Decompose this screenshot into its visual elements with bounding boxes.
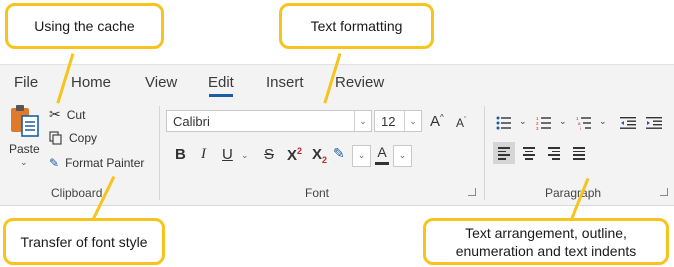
tab-insert[interactable]: Insert [266, 74, 304, 91]
ribbon-tabs: File Home View Edit Insert Review [0, 66, 674, 100]
paragraph-group-label: Paragraph [545, 186, 602, 200]
increase-indent-icon [646, 117, 662, 129]
tab-review[interactable]: Review [335, 74, 384, 91]
font-group-label: Font [305, 186, 330, 200]
multilevel-list-button[interactable]: 1 a i [576, 116, 592, 133]
chevron-down-icon: ⌄ [354, 111, 371, 131]
format-painter-label: Format Painter [65, 156, 145, 170]
chevron-down-icon: ⌄ [241, 150, 249, 160]
align-left-button[interactable] [493, 142, 515, 164]
highlight-dropdown[interactable]: ⌄ [352, 145, 371, 167]
tab-edit[interactable]: Edit [208, 74, 234, 91]
copy-label: Copy [69, 131, 98, 145]
highlight-icon[interactable]: ✎ [333, 145, 345, 162]
subscript-x: X [312, 146, 323, 163]
align-center-icon [523, 147, 535, 162]
active-tab-indicator [209, 94, 233, 97]
tab-file[interactable]: File [14, 74, 38, 91]
font-color-button[interactable]: A [373, 144, 391, 166]
callout-cache: Using the cache [5, 3, 164, 49]
align-right-icon [548, 147, 560, 162]
chevron-down-icon[interactable]: ⌄ [559, 116, 567, 127]
align-center-button[interactable] [518, 142, 540, 164]
font-color-dropdown[interactable]: ⌄ [393, 145, 412, 167]
chevron-down-icon[interactable]: ⌄ [599, 116, 607, 127]
font-name-value: Calibri [173, 114, 210, 129]
numbering-button[interactable]: 1 2 3 [536, 116, 552, 133]
justify-button[interactable] [568, 142, 590, 164]
bullet-list-icon [496, 116, 511, 130]
cut-button[interactable]: ✂ Cut [49, 106, 85, 123]
chevron-down-icon[interactable]: ⌄ [519, 116, 527, 127]
callout-arrangement: Text arrangement, outline, enumeration a… [423, 218, 669, 265]
superscript-x: X [287, 147, 298, 164]
subscript-button[interactable]: X2 [312, 146, 327, 165]
chevron-down-icon: ⌄ [404, 111, 421, 131]
increase-indent-button[interactable] [646, 116, 662, 133]
svg-text:3: 3 [536, 126, 539, 130]
font-color-bar [375, 162, 389, 165]
bullets-button[interactable] [496, 116, 512, 133]
callout-text-formatting: Text formatting [279, 3, 434, 49]
paste-label: Paste [9, 142, 40, 156]
separator [484, 106, 485, 200]
shrink-font-button[interactable]: Aˇ [456, 116, 466, 130]
grow-font-icon: A [430, 113, 441, 130]
font-color-icon: A [377, 144, 387, 160]
chevron-down-icon: ⌄ [20, 157, 28, 167]
tab-home[interactable]: Home [71, 74, 111, 91]
format-painter-button[interactable]: ✎ Format Painter [49, 156, 144, 170]
font-size-combo[interactable]: 12 ⌄ [374, 110, 422, 132]
font-dialog-launcher-icon[interactable] [468, 188, 476, 196]
font-name-combo[interactable]: Calibri ⌄ [166, 110, 372, 132]
justify-icon [573, 147, 585, 162]
strikethrough-button[interactable]: S [264, 146, 274, 163]
separator [159, 106, 160, 200]
bold-button[interactable]: B [175, 146, 186, 163]
subscript-mark: 2 [322, 155, 328, 165]
underline-button[interactable]: U [222, 146, 233, 163]
decrease-indent-button[interactable] [620, 116, 636, 133]
callout-font-style: Transfer of font style [3, 218, 165, 265]
scissors-icon: ✂ [49, 106, 61, 122]
decrease-indent-icon [620, 117, 636, 129]
copy-icon [49, 131, 62, 145]
font-size-value: 12 [381, 114, 396, 129]
paste-icon [11, 105, 39, 137]
format-painter-icon: ✎ [49, 156, 60, 170]
clipboard-group-label: Clipboard [51, 186, 103, 200]
svg-text:i: i [580, 126, 581, 130]
copy-button[interactable]: Copy [49, 131, 97, 145]
paste-button[interactable]: Paste ⌄ [8, 104, 44, 174]
cut-label: Cut [66, 107, 86, 122]
tab-view[interactable]: View [145, 74, 177, 91]
align-left-icon [498, 147, 510, 162]
paragraph-dialog-launcher-icon[interactable] [660, 188, 668, 196]
multilevel-list-icon: 1 a i [576, 116, 591, 131]
numbered-list-icon: 1 2 3 [536, 116, 551, 131]
shrink-font-icon: A [456, 116, 465, 130]
superscript-button[interactable]: X2 [287, 146, 302, 164]
grow-font-button[interactable]: A^ [430, 113, 444, 130]
align-right-button[interactable] [543, 142, 565, 164]
superscript-mark: 2 [297, 146, 303, 156]
italic-button[interactable]: I [201, 146, 206, 163]
